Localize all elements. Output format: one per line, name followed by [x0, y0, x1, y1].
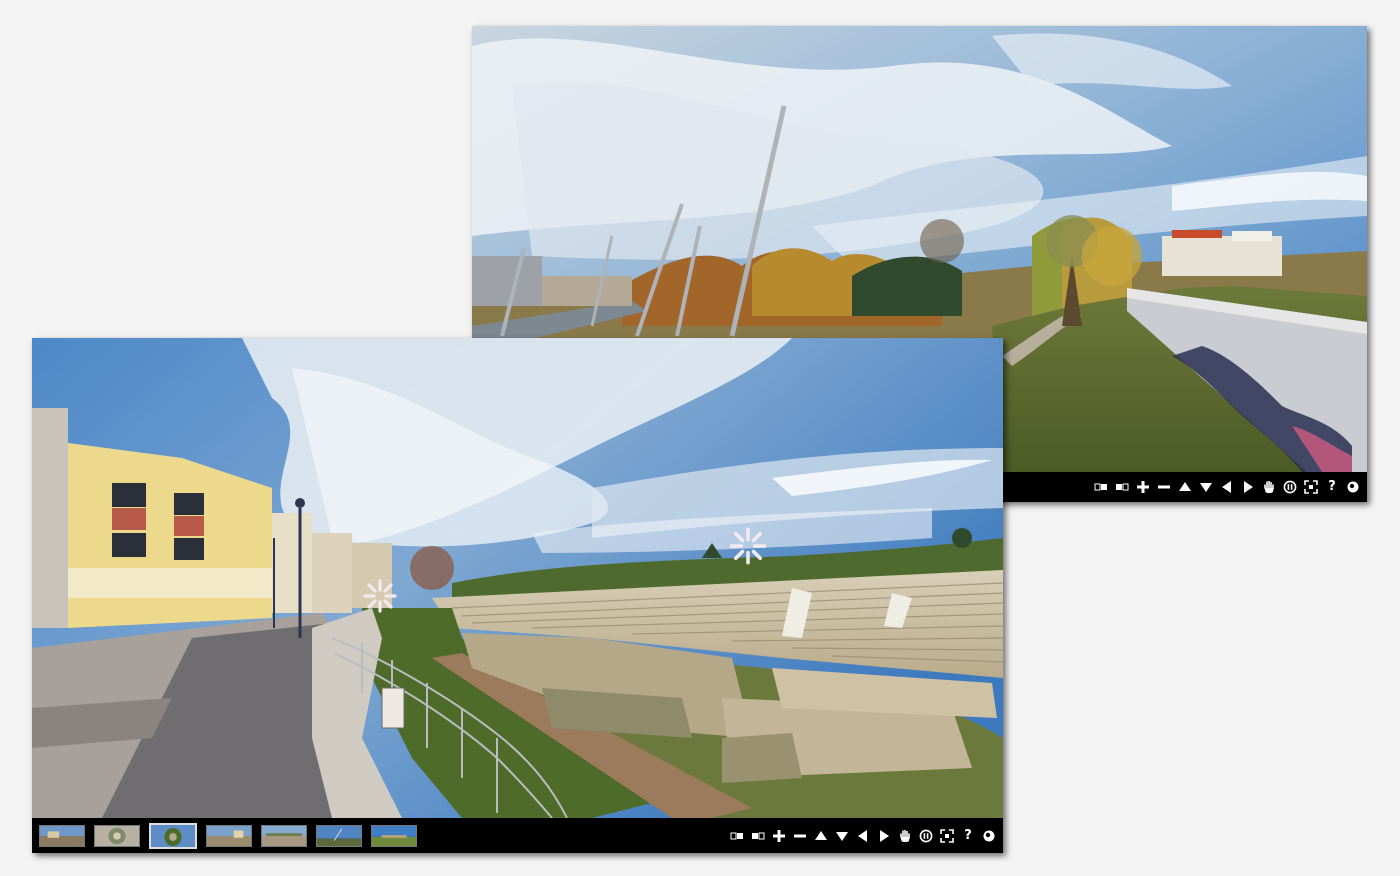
- autorotate-icon[interactable]: [918, 828, 934, 844]
- zoom-in-icon[interactable]: [771, 828, 787, 844]
- navigation-hotspot-icon[interactable]: [362, 578, 398, 614]
- toggle-mode-left-icon[interactable]: [729, 828, 745, 844]
- navigation-hotspot-icon[interactable]: [728, 526, 768, 566]
- pan-left-icon[interactable]: [855, 828, 871, 844]
- front-panorama-viewer[interactable]: ?: [32, 338, 1003, 853]
- back-controls: ?: [1093, 479, 1367, 495]
- thumbnail-strip: [32, 822, 417, 849]
- thumbnail-riverside-road[interactable]: [261, 824, 307, 847]
- pan-left-icon[interactable]: [1219, 479, 1235, 495]
- thumbnail-street-buildings[interactable]: [206, 824, 252, 847]
- thumbnail-open-field[interactable]: [371, 824, 417, 847]
- thumbnail-little-planet-square[interactable]: [94, 824, 140, 847]
- zoom-out-icon[interactable]: [792, 828, 808, 844]
- thumbnail-little-planet-park[interactable]: [149, 822, 197, 849]
- toggle-mode-right-icon[interactable]: [1114, 479, 1130, 495]
- help-icon[interactable]: ?: [1324, 479, 1340, 495]
- front-controls: ?: [729, 828, 1003, 844]
- front-panorama-image[interactable]: [32, 338, 1003, 818]
- hand-drag-icon[interactable]: [1261, 479, 1277, 495]
- zoom-out-icon[interactable]: [1156, 479, 1172, 495]
- front-control-bar: ?: [32, 818, 1003, 853]
- zoom-in-icon[interactable]: [1135, 479, 1151, 495]
- pan-up-icon[interactable]: [813, 828, 829, 844]
- help-label: ?: [964, 827, 972, 843]
- toggle-mode-left-icon[interactable]: [1093, 479, 1109, 495]
- info-icon[interactable]: [981, 828, 997, 844]
- thumbnail-street-plaza[interactable]: [39, 824, 85, 847]
- pan-down-icon[interactable]: [1198, 479, 1214, 495]
- info-icon[interactable]: [1345, 479, 1361, 495]
- pan-right-icon[interactable]: [876, 828, 892, 844]
- help-icon[interactable]: ?: [960, 828, 976, 844]
- hand-drag-icon[interactable]: [897, 828, 913, 844]
- pan-right-icon[interactable]: [1240, 479, 1256, 495]
- fullscreen-icon[interactable]: [1303, 479, 1319, 495]
- pan-up-icon[interactable]: [1177, 479, 1193, 495]
- help-label: ?: [1328, 479, 1336, 494]
- autorotate-icon[interactable]: [1282, 479, 1298, 495]
- fullscreen-icon[interactable]: [939, 828, 955, 844]
- toggle-mode-right-icon[interactable]: [750, 828, 766, 844]
- thumbnail-bridge-sky[interactable]: [316, 824, 362, 847]
- pan-down-icon[interactable]: [834, 828, 850, 844]
